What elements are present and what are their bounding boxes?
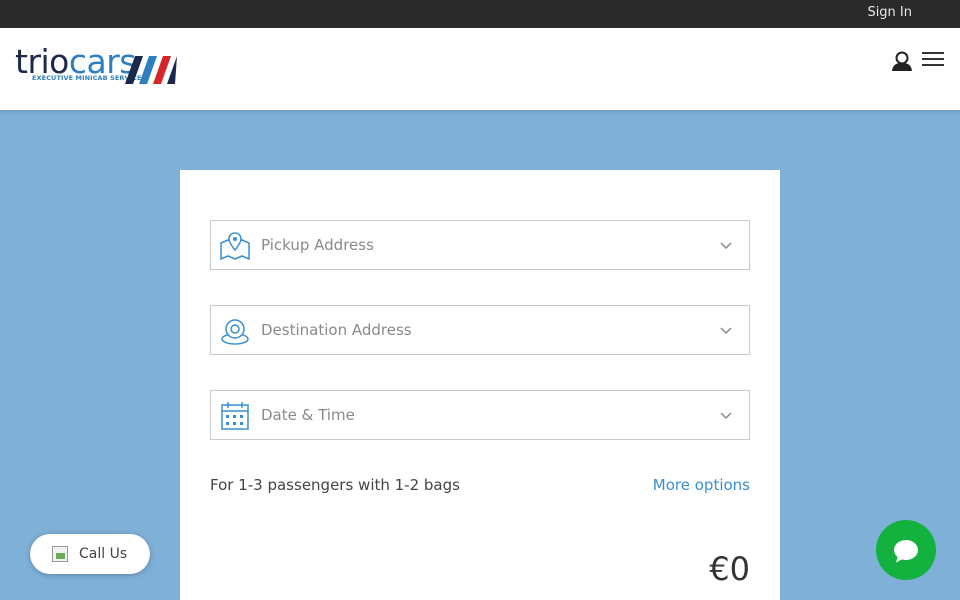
phone-image-icon <box>52 546 68 562</box>
top-bar: Sign In <box>0 0 960 28</box>
chat-bubble-icon <box>894 540 918 563</box>
destination-address-field[interactable]: Destination Address <box>210 305 750 355</box>
logo-stripes-icon <box>125 56 177 84</box>
chevron-down-icon[interactable] <box>719 239 733 253</box>
chevron-down-icon[interactable] <box>719 409 733 423</box>
destination-target-icon <box>221 319 249 345</box>
triocars-logo[interactable]: triocars EXECUTIVE MINICAB SERVICE <box>15 44 180 90</box>
passenger-info-text: For 1-3 passengers with 1-2 bags <box>210 476 460 494</box>
calendar-icon <box>221 402 249 430</box>
map-pin-icon <box>220 232 250 261</box>
date-time-placeholder: Date & Time <box>261 406 355 424</box>
price-display: €0 <box>709 550 750 588</box>
booking-card: Pickup Address Destination Address Date … <box>180 170 780 600</box>
hamburger-menu-icon[interactable] <box>922 52 946 70</box>
site-header: triocars EXECUTIVE MINICAB SERVICE <box>0 28 960 110</box>
more-options-link[interactable]: More options <box>653 476 750 494</box>
call-us-label: Call Us <box>79 546 128 562</box>
destination-placeholder: Destination Address <box>261 321 412 339</box>
date-time-field[interactable]: Date & Time <box>210 390 750 440</box>
chevron-down-icon[interactable] <box>719 324 733 338</box>
user-icon[interactable] <box>890 50 914 72</box>
sign-in-link[interactable]: Sign In <box>867 5 912 20</box>
chat-widget-button[interactable] <box>876 520 936 580</box>
call-us-button[interactable]: Call Us <box>30 534 150 574</box>
pickup-address-field[interactable]: Pickup Address <box>210 220 750 270</box>
pickup-placeholder: Pickup Address <box>261 236 374 254</box>
